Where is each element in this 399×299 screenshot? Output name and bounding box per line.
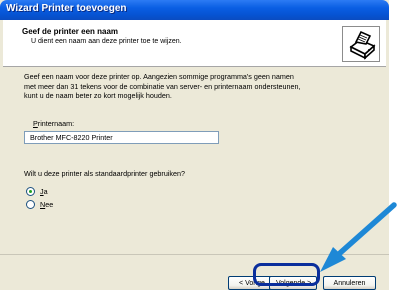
pointer-arrow-icon [320, 202, 397, 272]
